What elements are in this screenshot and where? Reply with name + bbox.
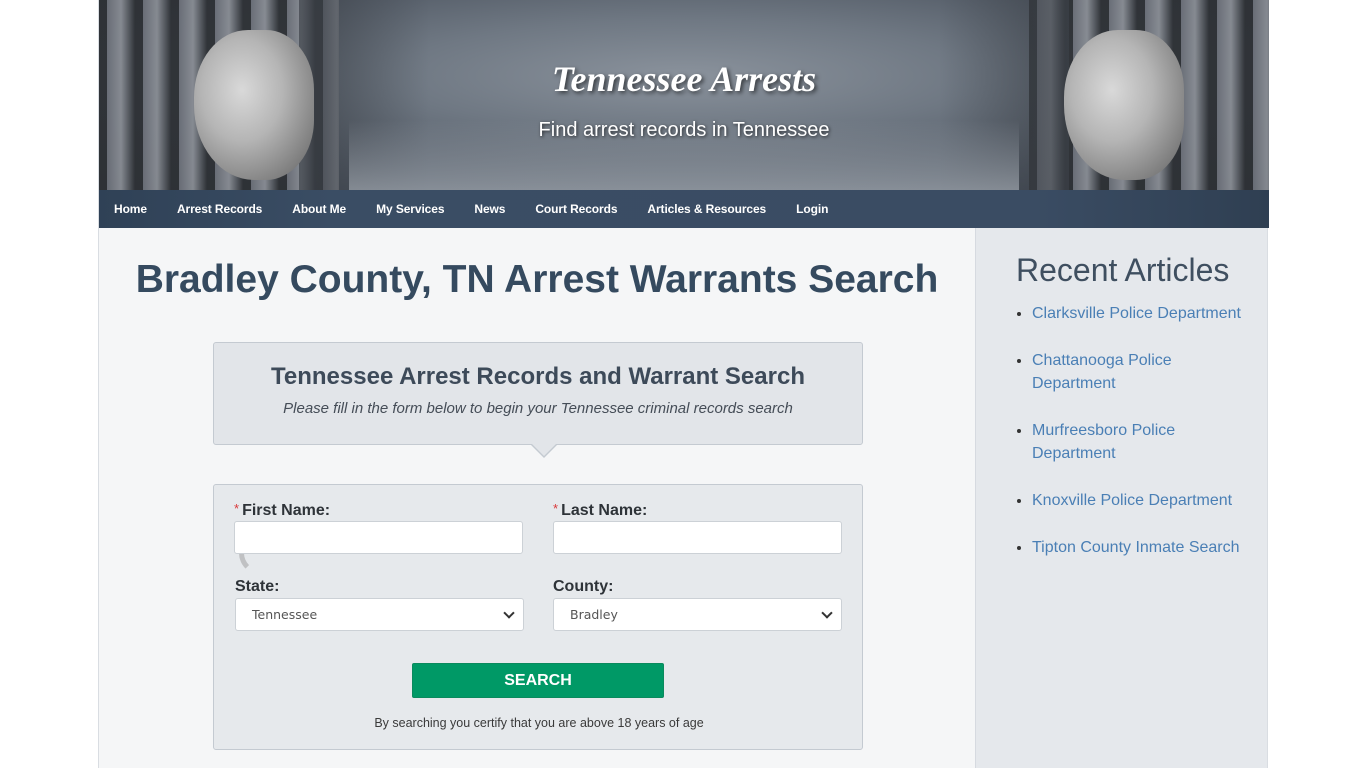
header-banner: Tennessee Arrests Find arrest records in… xyxy=(99,0,1269,190)
county-group: County: Bradley xyxy=(553,578,843,631)
state-select[interactable]: Tennessee xyxy=(235,598,524,631)
nav-arrest-records[interactable]: Arrest Records xyxy=(177,202,262,216)
list-item: Tipton County Inmate Search xyxy=(1032,536,1257,559)
article-link-tipton[interactable]: Tipton County Inmate Search xyxy=(1032,539,1240,556)
first-name-input[interactable] xyxy=(234,521,523,554)
sidebar: Recent Articles Clarksville Police Depar… xyxy=(975,228,1267,768)
nav-court-records[interactable]: Court Records xyxy=(535,202,617,216)
last-name-input[interactable] xyxy=(553,521,842,554)
first-name-group: * First Name: xyxy=(234,501,524,575)
page-container: Tennessee Arrests Find arrest records in… xyxy=(98,0,1269,768)
age-disclaimer: By searching you certify that you are ab… xyxy=(374,716,704,730)
required-marker: * xyxy=(553,501,559,516)
nav-my-services[interactable]: My Services xyxy=(376,202,444,216)
state-group: State: Tennessee xyxy=(235,578,525,631)
county-label: County: xyxy=(553,578,614,595)
main-content: Bradley County, TN Arrest Warrants Searc… xyxy=(99,228,975,768)
state-label: State: xyxy=(235,578,280,595)
hand-image-left xyxy=(194,30,314,180)
nav-articles-resources[interactable]: Articles & Resources xyxy=(647,202,766,216)
site-tagline: Find arrest records in Tennessee xyxy=(538,119,830,141)
list-item: Clarksville Police Department xyxy=(1032,302,1257,325)
list-item: Murfreesboro Police Department xyxy=(1032,419,1257,465)
search-intro-heading: Tennessee Arrest Records and Warrant Sea… xyxy=(271,363,805,390)
search-intro-box: Tennessee Arrest Records and Warrant Sea… xyxy=(213,342,863,458)
search-intro-subtext: Please fill in the form below to begin y… xyxy=(283,400,793,417)
nav-news[interactable]: News xyxy=(474,202,505,216)
nav-about-me[interactable]: About Me xyxy=(292,202,346,216)
recent-articles-heading: Recent Articles xyxy=(1016,252,1230,288)
recent-articles-list: Clarksville Police Department Chattanoog… xyxy=(1032,302,1257,583)
article-link-clarksville[interactable]: Clarksville Police Department xyxy=(1032,305,1241,322)
first-name-label-text: First Name: xyxy=(242,502,331,519)
list-item: Knoxville Police Department xyxy=(1032,489,1257,512)
state-select-value: Tennessee xyxy=(252,607,318,622)
search-form: * First Name: * Last Name: State: Tennesse… xyxy=(213,484,863,750)
hand-image-right xyxy=(1064,30,1184,180)
county-select[interactable]: Bradley xyxy=(553,598,842,631)
nav-home[interactable]: Home xyxy=(114,202,147,216)
first-name-label: * First Name: xyxy=(234,501,524,520)
county-select-value: Bradley xyxy=(570,607,618,622)
list-item: Chattanooga Police Department xyxy=(1032,349,1257,395)
article-link-chattanooga[interactable]: Chattanooga Police Department xyxy=(1032,352,1172,392)
page-title: Bradley County, TN Arrest Warrants Searc… xyxy=(135,258,939,301)
search-button[interactable]: SEARCH xyxy=(412,663,664,698)
chevron-down-icon xyxy=(503,607,515,619)
last-name-label: * Last Name: xyxy=(553,501,843,520)
last-name-group: * Last Name: xyxy=(553,501,843,554)
site-title[interactable]: Tennessee Arrests xyxy=(99,58,1269,100)
main-nav: Home Arrest Records About Me My Services… xyxy=(99,190,1269,228)
callout-pointer xyxy=(530,443,558,458)
article-link-knoxville[interactable]: Knoxville Police Department xyxy=(1032,492,1232,509)
required-marker: * xyxy=(234,501,240,516)
chevron-down-icon xyxy=(821,607,833,619)
site-title-text[interactable]: Tennessee Arrests xyxy=(552,59,816,99)
article-link-murfreesboro[interactable]: Murfreesboro Police Department xyxy=(1032,422,1175,462)
nav-login[interactable]: Login xyxy=(796,202,828,216)
last-name-label-text: Last Name: xyxy=(561,502,648,519)
